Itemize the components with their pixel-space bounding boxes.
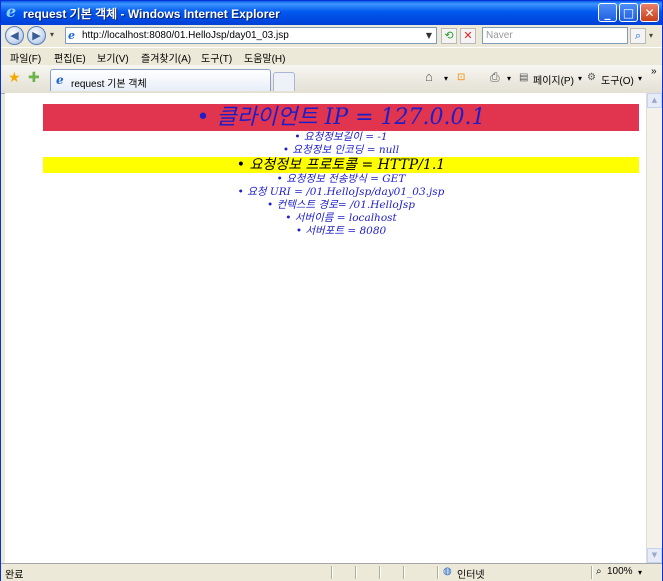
- zoom-magnifier-icon: ⌕: [596, 566, 602, 577]
- title-bar[interactable]: e request 기본 객체 - Windows Internet Explo…: [1, 1, 662, 25]
- forward-arrow-icon: ▶: [32, 29, 41, 42]
- page-icon-cmd: ▤: [519, 72, 529, 83]
- tab-title: request 기본 객체: [71, 79, 147, 90]
- menu-file[interactable]: 파일(F): [10, 50, 41, 65]
- minimize-button[interactable]: _: [598, 3, 617, 22]
- page-content: 클라이언트 IP = 127.0.0.1 요청정보길이 = -1 요청정보 인코…: [5, 93, 646, 563]
- stop-button[interactable]: ✕: [460, 28, 476, 44]
- history-dropdown-icon[interactable]: ▾: [50, 30, 54, 39]
- list-item-client-ip: 클라이언트 IP = 127.0.0.1: [43, 104, 639, 131]
- gear-icon: ⚙: [587, 72, 596, 83]
- home-icon[interactable]: ⌂: [425, 69, 433, 84]
- list-item-context-path: 컨텍스트 경로= /01.HelloJsp: [43, 199, 639, 212]
- zoom-level[interactable]: 100%: [607, 566, 633, 577]
- home-dropdown-icon[interactable]: ▾: [444, 74, 448, 83]
- status-divider: [379, 566, 381, 579]
- scroll-up-icon[interactable]: ▲: [647, 93, 662, 108]
- menu-favorites[interactable]: 즐겨찾기(A): [141, 50, 191, 65]
- menu-help[interactable]: 도움말(H): [244, 50, 285, 65]
- page-icon: e: [68, 29, 75, 42]
- back-arrow-icon: ◀: [10, 29, 19, 42]
- back-button[interactable]: ◀: [5, 26, 24, 45]
- zoom-dropdown-icon[interactable]: ▾: [638, 568, 642, 577]
- add-favorites-icon[interactable]: ✚: [28, 70, 40, 86]
- request-info-list: 클라이언트 IP = 127.0.0.1 요청정보길이 = -1 요청정보 인코…: [43, 104, 639, 238]
- status-divider: [331, 566, 333, 579]
- magnifier-icon: ⌕: [634, 29, 642, 42]
- scroll-down-icon[interactable]: ▼: [647, 548, 662, 563]
- status-divider: [437, 566, 439, 579]
- security-zone-label: 인터넷: [457, 570, 485, 581]
- chevron-more-icon[interactable]: »: [651, 66, 657, 77]
- page-dropdown-icon[interactable]: ▾: [578, 74, 582, 83]
- stop-icon: ✕: [463, 29, 473, 42]
- list-item-server-port: 서버포트 = 8080: [43, 225, 639, 238]
- search-options-icon[interactable]: ▾: [649, 31, 653, 40]
- menu-tools[interactable]: 도구(T): [201, 50, 232, 65]
- search-input[interactable]: Naver: [482, 27, 628, 44]
- tools-dropdown-icon[interactable]: ▾: [638, 74, 642, 83]
- tools-menu-button[interactable]: 도구(O): [601, 72, 634, 87]
- menu-edit[interactable]: 편집(E): [54, 50, 86, 65]
- vertical-scrollbar[interactable]: ▲ ▼: [646, 93, 662, 563]
- refresh-icon: ⟲: [444, 29, 454, 42]
- forward-button[interactable]: ▶: [27, 26, 46, 45]
- globe-icon: ◍: [443, 566, 452, 577]
- address-bar[interactable]: e http://localhost:8080/01.HelloJsp/day0…: [65, 27, 437, 44]
- list-item-protocol: 요청정보 프로토콜 = HTTP/1.1: [43, 157, 639, 173]
- new-tab-button[interactable]: [273, 72, 295, 91]
- tab-row: ★ ✚ e request 기본 객체 ⌂ ▾ ⊡ ⎙ ▾ ▤ 페이지(P) ▾…: [1, 65, 662, 94]
- address-url[interactable]: http://localhost:8080/01.HelloJsp/day01_…: [82, 29, 289, 42]
- list-item-method: 요청정보 전송방식 = GET: [43, 173, 639, 186]
- refresh-button[interactable]: ⟲: [441, 28, 457, 44]
- status-divider: [591, 566, 593, 579]
- page-menu-button[interactable]: 페이지(P): [533, 72, 574, 87]
- menu-view[interactable]: 보기(V): [97, 50, 129, 65]
- window-title: request 기본 객체 - Windows Internet Explore…: [23, 7, 280, 21]
- close-button[interactable]: ✕: [640, 3, 659, 22]
- address-dropdown-icon[interactable]: ▼: [423, 29, 435, 42]
- list-item-server-name: 서버이름 = localhost: [43, 212, 639, 225]
- list-item-uri: 요청 URI = /01.HelloJsp/day01_03.jsp: [43, 186, 639, 199]
- ie-logo-icon: e: [6, 2, 17, 21]
- status-text: 완료: [5, 570, 24, 581]
- favorites-star-icon[interactable]: ★: [8, 70, 21, 86]
- status-bar: 완료 ◍ 인터넷 ⌕ 100% ▾: [1, 563, 662, 581]
- print-icon[interactable]: ⎙: [490, 70, 500, 85]
- status-divider: [403, 566, 405, 579]
- menu-bar: 파일(F) 편집(E) 보기(V) 즐겨찾기(A) 도구(T) 도움말(H): [1, 47, 662, 66]
- list-item-content-length: 요청정보길이 = -1: [43, 131, 639, 144]
- tab-request[interactable]: e request 기본 객체: [50, 69, 271, 91]
- tab-page-icon: e: [56, 73, 64, 87]
- search-button[interactable]: ⌕: [630, 28, 646, 44]
- maximize-button[interactable]: □: [619, 3, 638, 22]
- status-divider: [355, 566, 357, 579]
- rss-feed-icon[interactable]: ⊡: [457, 72, 465, 83]
- address-toolbar: ◀ ▶ ▾ e http://localhost:8080/01.HelloJs…: [1, 25, 662, 47]
- list-item-encoding: 요청정보 인코딩 = null: [43, 144, 639, 157]
- print-dropdown-icon[interactable]: ▾: [507, 74, 511, 83]
- ie-window: e request 기본 객체 - Windows Internet Explo…: [0, 0, 663, 581]
